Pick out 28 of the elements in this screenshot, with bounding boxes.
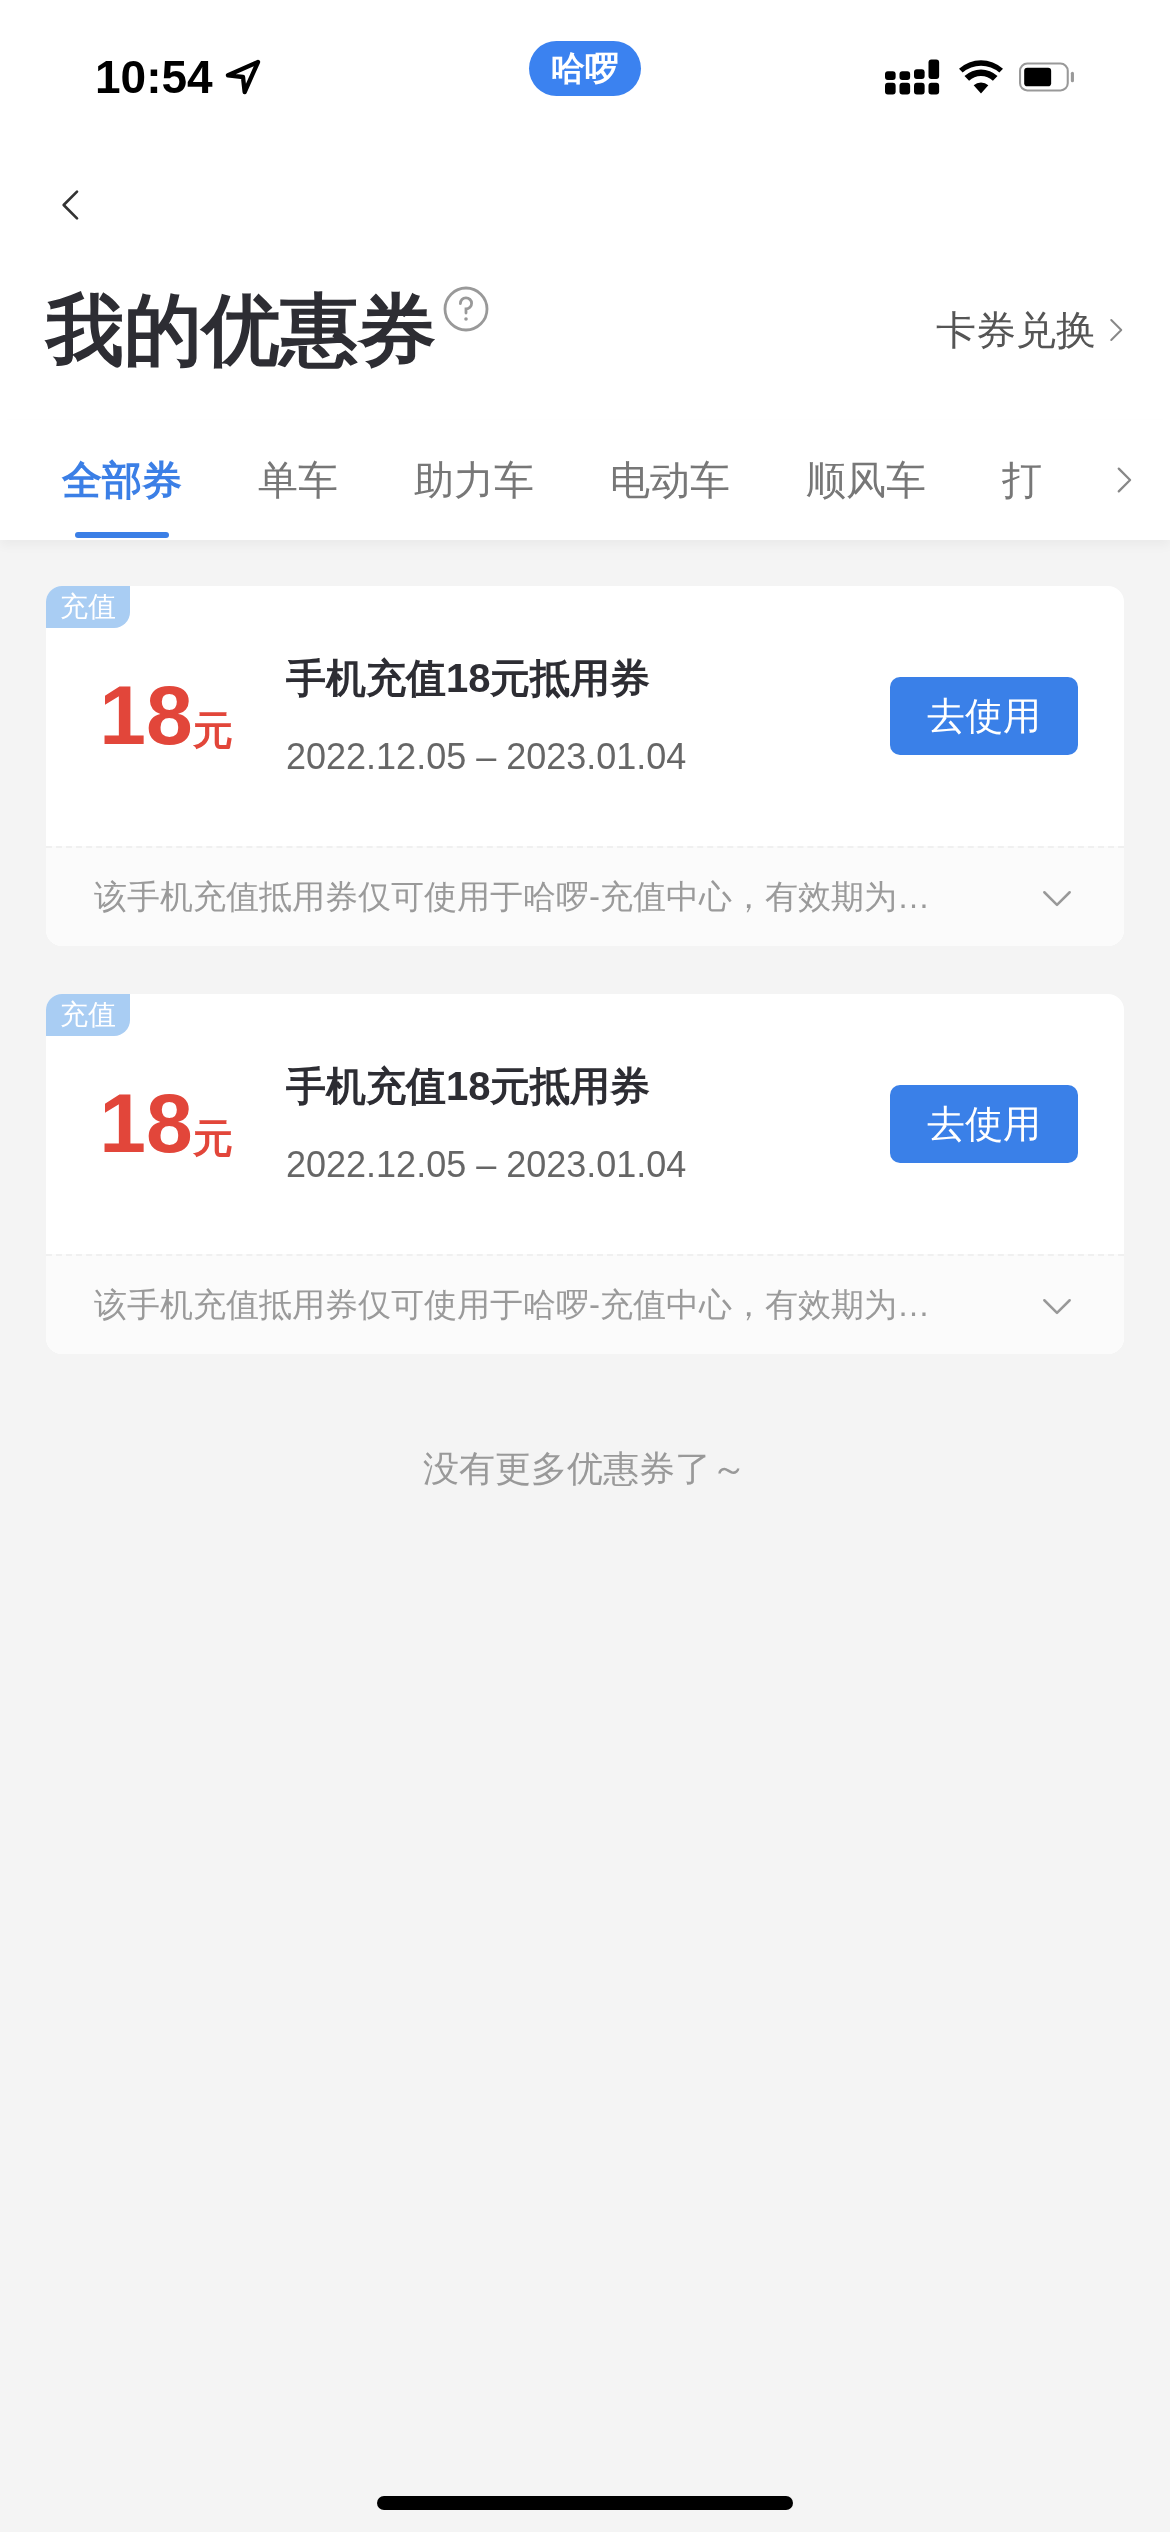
category-tab[interactable]: 全部券 bbox=[38, 420, 206, 540]
app-pill: 哈啰 bbox=[529, 40, 641, 96]
coupon-validity: 2022.12.05 – 2023.01.04 bbox=[286, 735, 688, 779]
coupon-name: 手机充值18元抵用券 bbox=[286, 1063, 652, 1110]
coupon-amount: 18 bbox=[99, 1080, 193, 1165]
coupon-description: 该手机充值抵用券仅可使用于哈啰-充值中心，有效期为… bbox=[94, 877, 931, 918]
exchange-link[interactable]: 卡券兑换 bbox=[936, 300, 1130, 360]
battery-icon bbox=[1019, 62, 1075, 92]
category-tab[interactable]: 打 bbox=[978, 420, 1066, 540]
page-title: 我的优惠券 bbox=[46, 291, 436, 369]
coupon-amount: 18 bbox=[99, 672, 193, 757]
coupon-unit: 元 bbox=[192, 1114, 233, 1162]
category-tab[interactable]: 单车 bbox=[234, 420, 362, 540]
use-button[interactable]: 去使用 bbox=[890, 1085, 1078, 1163]
coupon-description: 该手机充值抵用券仅可使用于哈啰-充值中心，有效期为… bbox=[94, 1285, 931, 1326]
status-time: 10:54 bbox=[95, 49, 213, 105]
coupon-tag: 充值 bbox=[46, 994, 130, 1036]
coupon-unit: 元 bbox=[192, 706, 233, 754]
category-tab[interactable]: 电动车 bbox=[586, 420, 754, 540]
coupon-tag: 充值 bbox=[46, 586, 130, 628]
category-tab[interactable]: 顺风车 bbox=[782, 420, 950, 540]
end-note: 没有更多优惠券了～ bbox=[423, 1447, 747, 1491]
category-tab[interactable]: 助力车 bbox=[390, 420, 558, 540]
coupon-name: 手机充值18元抵用券 bbox=[286, 655, 652, 702]
wifi-icon bbox=[959, 60, 1003, 94]
coupon-validity: 2022.12.05 – 2023.01.04 bbox=[286, 1143, 688, 1187]
help-icon[interactable] bbox=[442, 285, 490, 333]
use-button[interactable]: 去使用 bbox=[890, 677, 1078, 755]
